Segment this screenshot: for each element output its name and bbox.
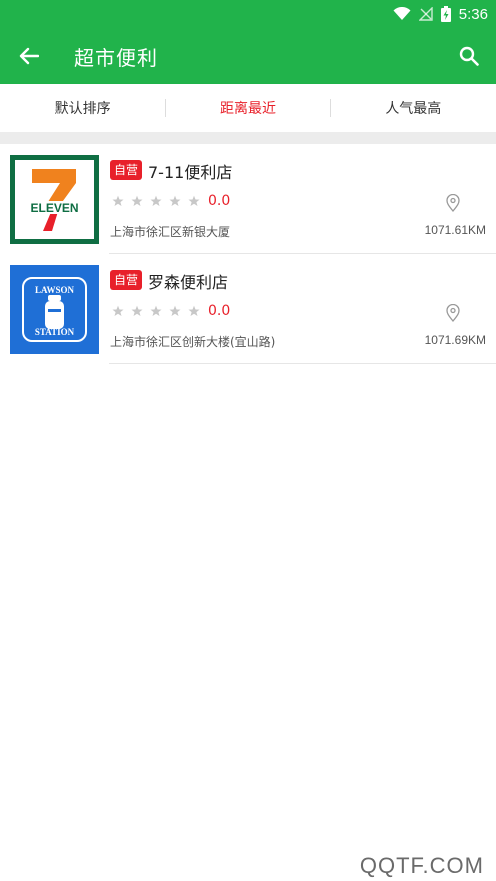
tab-divider [165, 99, 166, 117]
wifi-icon [393, 7, 411, 20]
back-button[interactable] [14, 41, 44, 71]
store-item-lawson[interactable]: LAWSON STATION 自营 罗森便利店 0.0 上海市徐汇区创新大楼(宜… [0, 254, 496, 364]
search-icon [459, 46, 479, 66]
divider [109, 363, 496, 364]
tab-default-sort[interactable]: 默认排序 [0, 84, 165, 132]
star-icon [112, 305, 124, 316]
star-icon [188, 305, 200, 316]
rating-value: 0.0 [208, 193, 231, 209]
toolbar: 超市便利 [0, 28, 496, 84]
star-icon [188, 195, 200, 206]
store-distance: 1071.61KM [424, 223, 486, 237]
star-icon [150, 195, 162, 206]
logo-text-top: LAWSON [35, 285, 75, 295]
location-pin-icon [446, 194, 460, 212]
star-icon [131, 305, 143, 316]
no-signal-icon [418, 7, 433, 21]
page-title: 超市便利 [74, 46, 158, 70]
status-icons: 5:36 [393, 4, 488, 24]
store-list: ELEVEN 自营 7-11便利店 0.0 上海市徐汇区新银大厦 1071.61… [0, 144, 496, 364]
lawson-logo: LAWSON STATION [10, 265, 99, 354]
search-button[interactable] [454, 41, 484, 71]
status-bar: 5:36 [0, 0, 496, 28]
star-icon [112, 195, 124, 206]
self-operated-badge: 自营 [110, 270, 143, 290]
logo-text: ELEVEN [30, 201, 78, 215]
star-icon [131, 195, 143, 206]
app-bar: 5:36 超市便利 [0, 0, 496, 84]
logo-text-bottom: STATION [35, 327, 75, 337]
tab-most-popular[interactable]: 人气最高 [331, 84, 496, 132]
rating-stars [112, 195, 200, 207]
store-address: 上海市徐汇区新银大厦 [110, 225, 231, 239]
self-operated-badge: 自营 [110, 160, 143, 180]
watermark: QQTF.COM [359, 853, 484, 878]
status-time: 5:36 [458, 5, 488, 23]
store-logo-lawson: LAWSON STATION [10, 265, 99, 354]
location-pin-icon [446, 304, 460, 322]
star-icon [150, 305, 162, 316]
battery-charging-icon [440, 6, 451, 22]
tab-nearest[interactable]: 距离最近 [165, 84, 330, 132]
store-name: 罗森便利店 [148, 273, 229, 292]
tab-divider [330, 99, 331, 117]
store-distance: 1071.69KM [424, 333, 486, 347]
store-item-7-11[interactable]: ELEVEN 自营 7-11便利店 0.0 上海市徐汇区新银大厦 1071.61… [0, 144, 496, 254]
tab-label: 人气最高 [385, 101, 442, 117]
star-icon [169, 305, 181, 316]
store-address: 上海市徐汇区创新大楼(宜山路) [110, 335, 276, 349]
store-logo-7-11: ELEVEN [10, 155, 99, 244]
store-name: 7-11便利店 [148, 163, 233, 182]
arrow-left-icon [19, 47, 39, 65]
tab-label: 距离最近 [219, 101, 276, 117]
sort-tabs: 默认排序 距离最近 人气最高 [0, 84, 496, 132]
section-gap [0, 132, 496, 144]
seven-eleven-logo: ELEVEN [10, 155, 99, 244]
rating-value: 0.0 [208, 303, 231, 319]
tab-label: 默认排序 [54, 101, 111, 117]
star-icon [169, 195, 181, 206]
rating-stars [112, 305, 200, 317]
